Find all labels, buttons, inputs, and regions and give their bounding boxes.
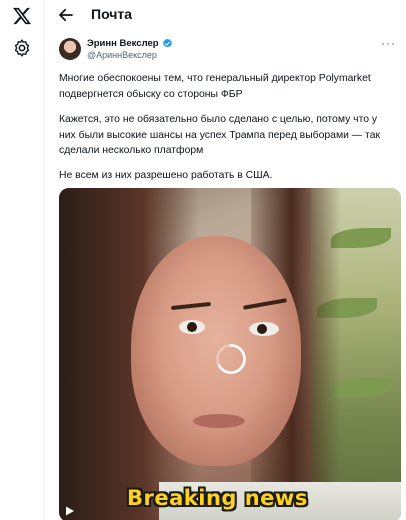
author-row: Эринн Векслер: [87, 38, 173, 49]
tweet: Эринн Векслер @АриннВекслер ··· Многие о…: [45, 30, 406, 520]
play-icon[interactable]: [65, 506, 75, 516]
page-title: Почта: [91, 6, 133, 22]
author-handle[interactable]: @АриннВекслер: [87, 50, 157, 60]
left-nav: [0, 0, 44, 520]
verified-badge-icon: [162, 38, 172, 48]
gear-icon[interactable]: [12, 38, 32, 58]
eye: [179, 320, 205, 334]
page-header: Почта: [45, 0, 406, 30]
tweet-paragraph: Многие обеспокоены тем, что генеральный …: [59, 73, 371, 100]
eyebrow: [170, 301, 212, 311]
video-player[interactable]: Breaking news: [59, 188, 401, 520]
spinner-icon: [216, 344, 246, 374]
video-caption: Breaking news: [127, 486, 308, 510]
tweet-paragraph: Кажется, это не обязательно было сделано…: [59, 114, 381, 157]
arrow-left-icon[interactable]: [57, 6, 75, 24]
x-logo-icon[interactable]: [12, 6, 32, 26]
mouth: [193, 414, 245, 428]
avatar[interactable]: [59, 38, 81, 60]
eye: [249, 322, 279, 336]
tweet-paragraph: Не всем из них разрешено работать в США.: [59, 170, 273, 181]
eyebrow: [242, 298, 288, 310]
author-name[interactable]: Эринн Векслер: [87, 38, 159, 49]
more-options-button[interactable]: ···: [381, 37, 396, 49]
